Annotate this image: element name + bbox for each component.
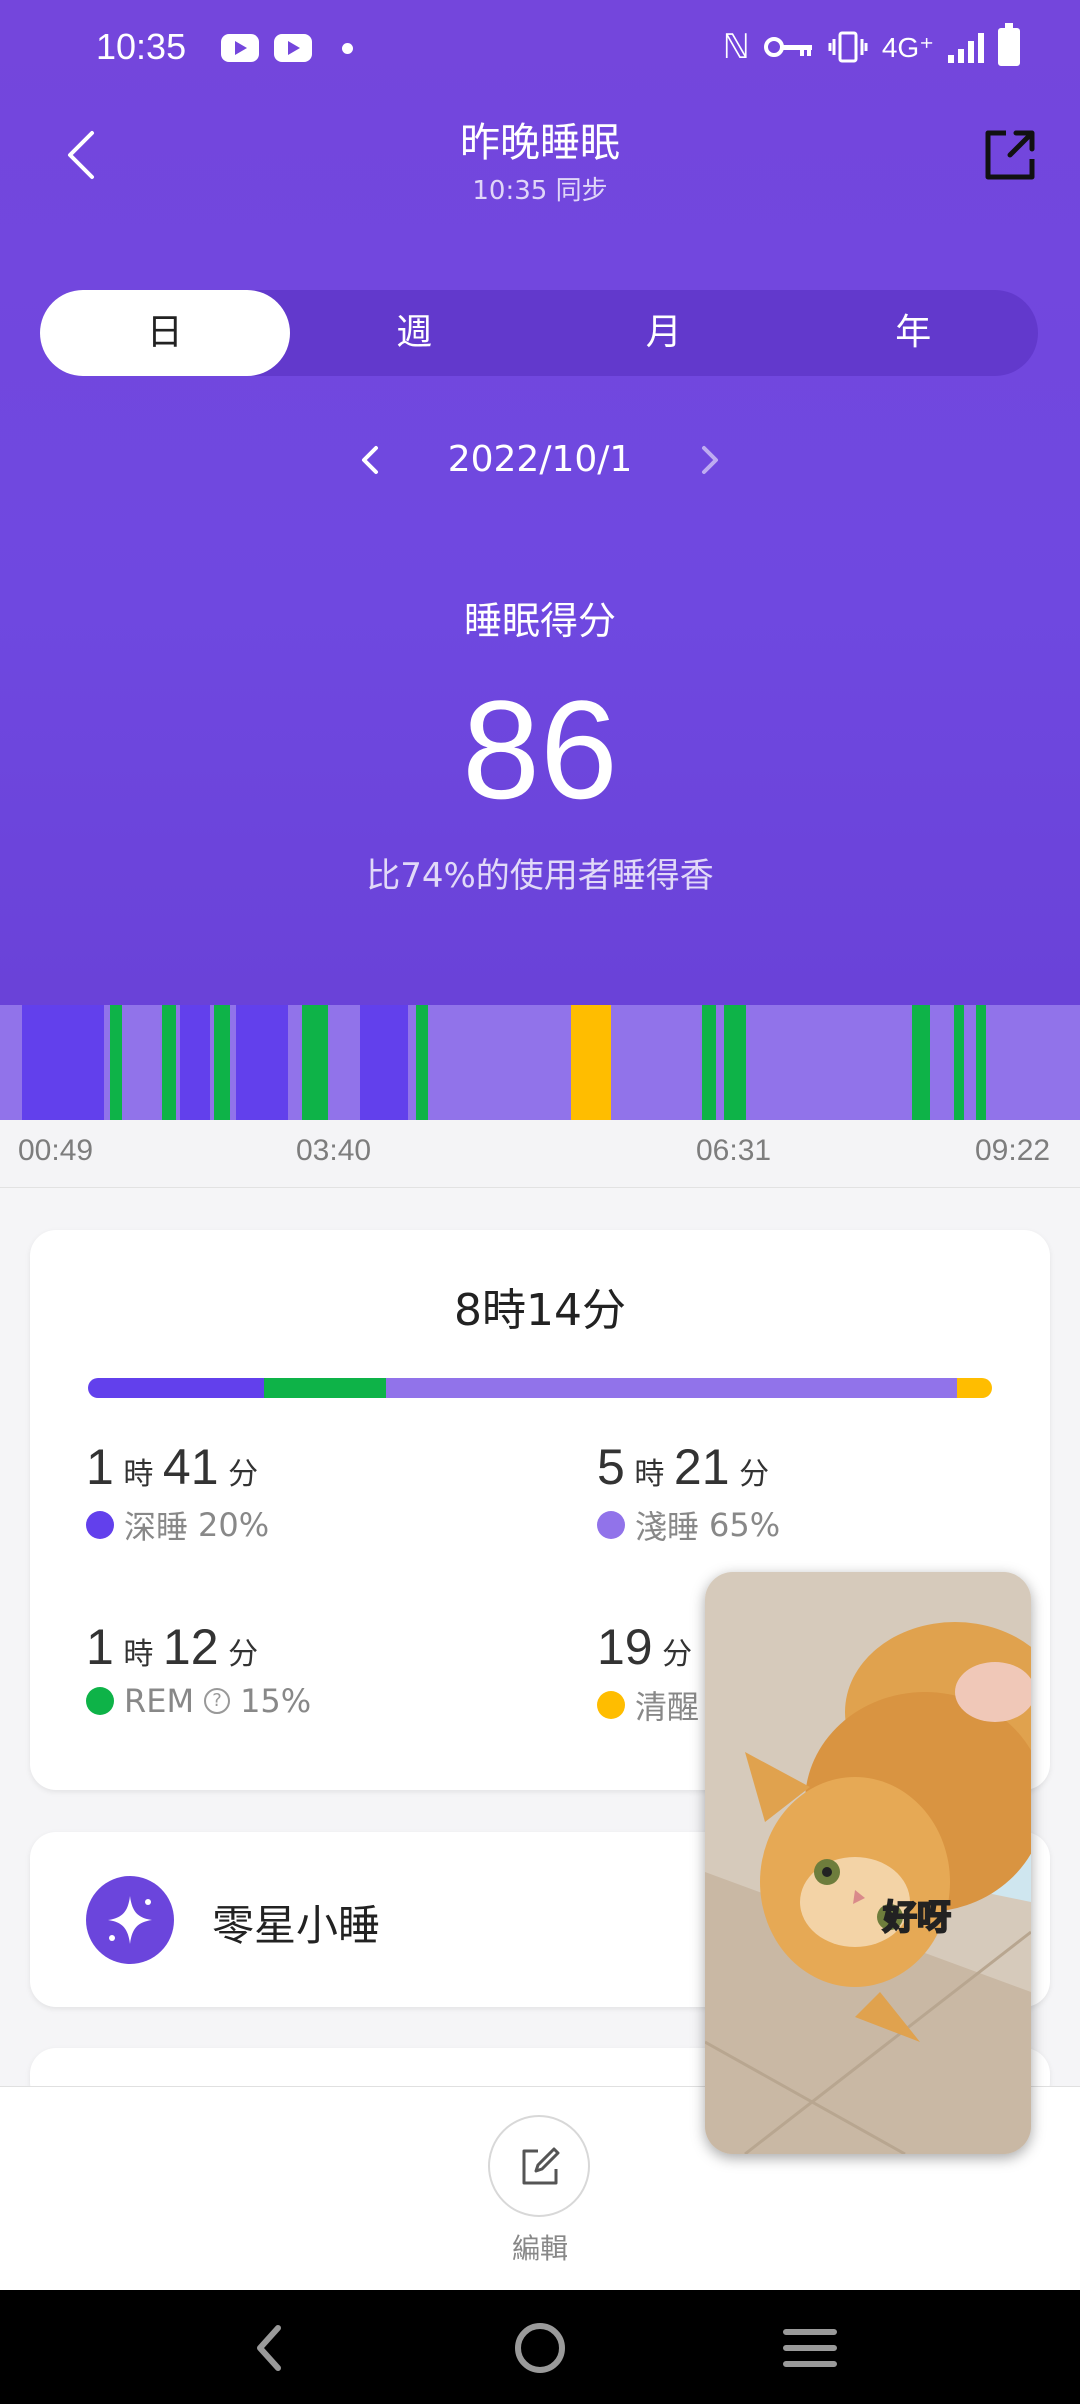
total-sleep-duration: 8時14分 xyxy=(454,1285,626,1336)
deep-sleep-swatch xyxy=(86,1511,114,1539)
minute-unit: 分 xyxy=(739,1457,770,1492)
youtube-icon xyxy=(221,34,259,62)
minute-unit: 分 xyxy=(228,1457,259,1492)
rem-minutes: 12 xyxy=(162,1619,219,1675)
nap-label: 零星小睡 xyxy=(212,1901,381,1950)
tick-label: 00:49 xyxy=(18,1134,94,1167)
hour-unit: 時 xyxy=(123,1457,154,1492)
notification-dot-icon xyxy=(342,43,353,54)
hour-unit: 時 xyxy=(634,1457,665,1492)
awake-segment xyxy=(571,1005,611,1120)
rem-label: REM xyxy=(124,1682,195,1720)
status-bar: 10:35 ℕ 4G⁺ xyxy=(0,0,1080,100)
score-comparison: 比74%的使用者睡得香 xyxy=(366,856,714,896)
vibrate-icon xyxy=(828,31,868,63)
light-minutes: 21 xyxy=(673,1439,730,1495)
light-share-segment xyxy=(386,1378,957,1398)
system-navigation-bar xyxy=(0,2290,1080,2404)
share-button[interactable] xyxy=(980,125,1040,185)
battery-icon xyxy=(998,23,1020,66)
awake-label: 清醒 xyxy=(635,1688,700,1726)
rem-segment xyxy=(416,1005,428,1120)
sparkle-icon xyxy=(86,1876,174,1964)
edit-button[interactable] xyxy=(488,2115,590,2217)
current-date: 2022/10/1 xyxy=(447,439,633,480)
hour-unit: 時 xyxy=(123,1637,154,1672)
light-sleep-percent: 65% xyxy=(709,1506,781,1544)
share-icon xyxy=(985,130,1035,180)
page-title: 昨晚睡眠 xyxy=(460,120,620,166)
tab-day[interactable]: 日 xyxy=(40,290,290,376)
rem-segment xyxy=(702,1005,716,1120)
video-caption: 好呀 xyxy=(882,1897,952,1939)
chevron-right-icon xyxy=(702,446,718,474)
rem-segment xyxy=(214,1005,230,1120)
edit-icon xyxy=(522,2147,560,2185)
next-date-button[interactable] xyxy=(692,440,728,480)
tab-week[interactable]: 週 xyxy=(290,290,540,376)
light-hours: 5 xyxy=(597,1439,625,1495)
deep-share-segment xyxy=(88,1378,264,1398)
rem-segment xyxy=(110,1005,122,1120)
rem-segment xyxy=(954,1005,964,1120)
deep-sleep-percent: 20% xyxy=(198,1506,270,1544)
deep-sleep-segment xyxy=(236,1005,288,1120)
rem-segment xyxy=(976,1005,986,1120)
signal-icon xyxy=(948,31,984,63)
deep-minutes: 41 xyxy=(162,1439,219,1495)
deep-sleep-stat: 1 時 41 分 深睡 20% xyxy=(86,1438,269,1548)
light-sleep-label: 淺睡 xyxy=(635,1508,700,1546)
deep-sleep-segment xyxy=(180,1005,210,1120)
sleep-score-value: 86 xyxy=(462,671,618,828)
light-sleep-swatch xyxy=(597,1511,625,1539)
nav-recents-icon[interactable] xyxy=(780,2320,840,2376)
rem-segment xyxy=(724,1005,746,1120)
rem-share-segment xyxy=(263,1378,387,1398)
nav-back-icon[interactable] xyxy=(240,2320,300,2376)
rem-swatch xyxy=(86,1687,114,1715)
timeline-axis: 00:49 03:40 06:31 09:22 xyxy=(0,1120,1080,1188)
picture-in-picture-video[interactable]: 好呀 xyxy=(705,1572,1031,2154)
rem-segment xyxy=(302,1005,328,1120)
youtube-icon xyxy=(274,34,312,62)
nav-home-icon[interactable] xyxy=(510,2320,570,2376)
stage-distribution-bar xyxy=(88,1378,992,1398)
sleep-stage-timeline[interactable] xyxy=(0,1005,1080,1120)
awake-stat: 19 分 清醒 xyxy=(597,1618,699,1728)
vpn-key-icon xyxy=(763,37,812,57)
deep-sleep-label: 深睡 xyxy=(124,1508,189,1546)
rem-segment xyxy=(912,1005,930,1120)
awake-share-segment xyxy=(956,1378,992,1398)
network-type: 4G⁺ xyxy=(881,31,934,63)
deep-sleep-segment xyxy=(360,1005,408,1120)
sleep-score-label: 睡眠得分 xyxy=(463,599,616,643)
awake-swatch xyxy=(597,1691,625,1719)
awake-minutes: 19 xyxy=(597,1619,653,1675)
cat-video-frame xyxy=(705,1572,1031,2154)
deep-hours: 1 xyxy=(86,1439,114,1495)
minute-unit: 分 xyxy=(228,1637,259,1672)
help-icon[interactable]: ? xyxy=(204,1688,231,1714)
tick-label: 09:22 xyxy=(975,1134,1051,1167)
tab-month[interactable]: 月 xyxy=(539,290,789,376)
tick-label: 03:40 xyxy=(296,1134,372,1167)
tick-label: 06:31 xyxy=(696,1134,772,1167)
rem-stat: 1 時 12 分 REM? 15% xyxy=(86,1618,311,1720)
rem-percent: 15% xyxy=(240,1682,312,1720)
rem-segment xyxy=(162,1005,176,1120)
light-sleep-stat: 5 時 21 分 淺睡 65% xyxy=(597,1438,780,1548)
period-tabs: 日 週 月 年 xyxy=(40,290,1038,376)
status-time: 10:35 xyxy=(96,26,187,67)
deep-sleep-segment xyxy=(22,1005,104,1120)
tab-year[interactable]: 年 xyxy=(789,290,1039,376)
sync-time: 10:35 同步 xyxy=(472,176,608,206)
nfc-icon: ℕ xyxy=(722,28,750,66)
minute-unit: 分 xyxy=(662,1637,693,1672)
edit-label: 編輯 xyxy=(511,2232,568,2265)
rem-hours: 1 xyxy=(86,1619,114,1675)
